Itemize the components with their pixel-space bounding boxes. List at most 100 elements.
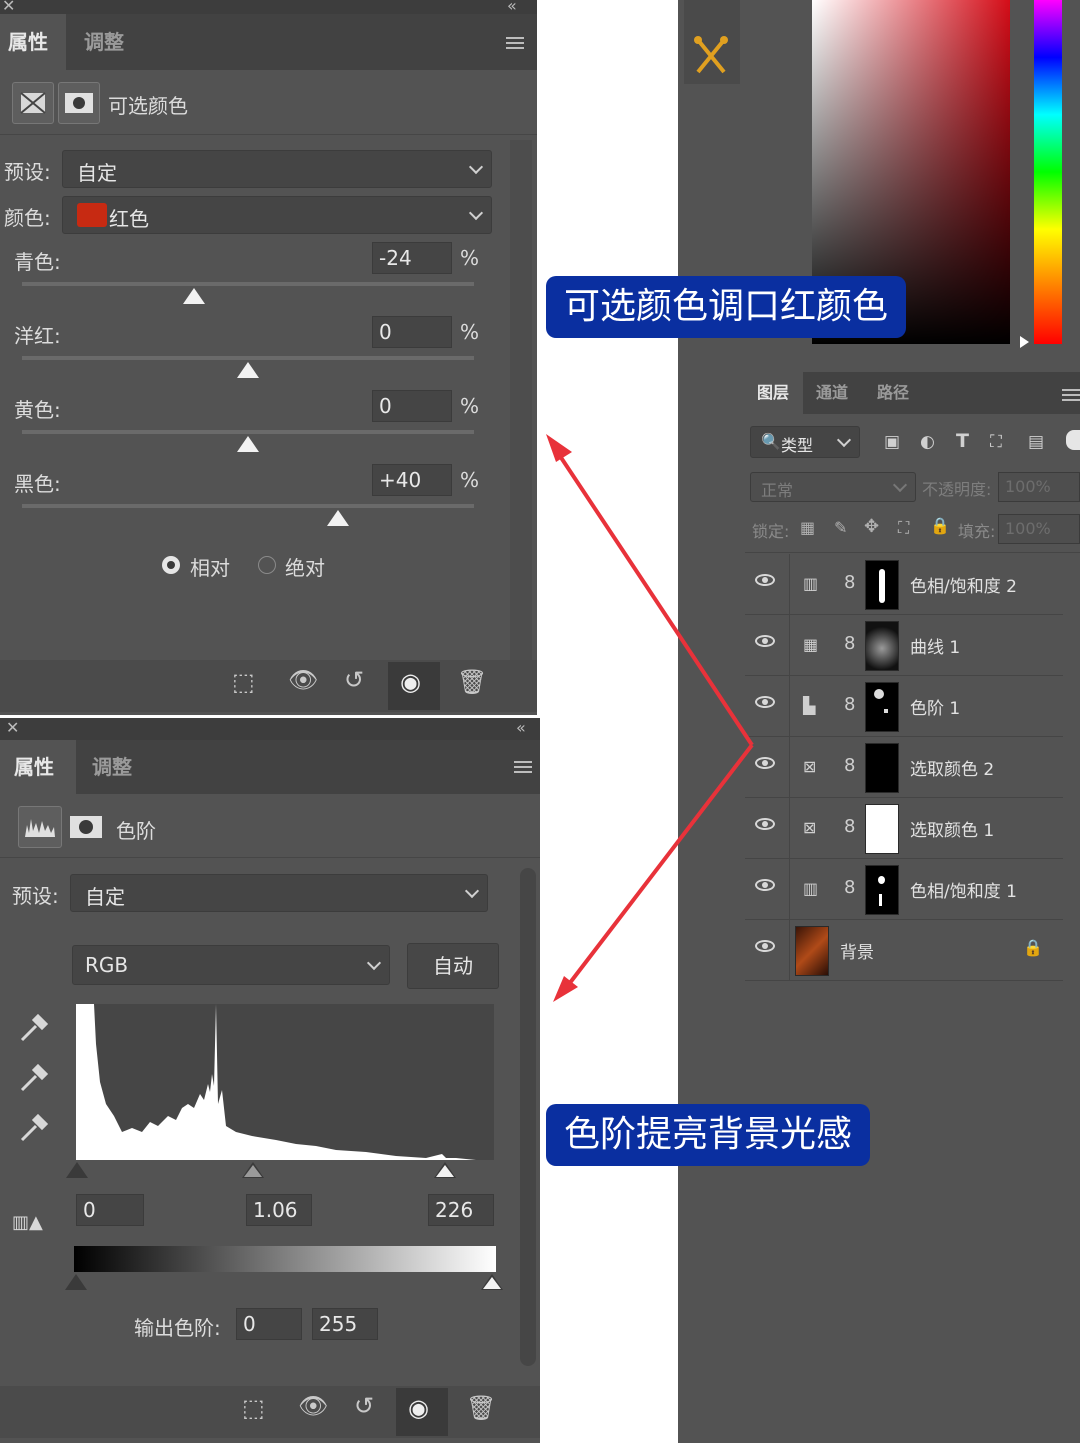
black-input[interactable]: +40 <box>372 464 452 496</box>
tab-adjustments[interactable]: 调整 <box>84 14 124 70</box>
gray-point-eyedropper-icon[interactable] <box>18 1062 50 1094</box>
tab-layers[interactable]: 图层 <box>745 372 803 414</box>
layer-row[interactable]: ▦ 8 曲线 1 <box>745 615 1063 676</box>
close-icon[interactable]: ✕ <box>6 718 19 737</box>
layer-mask-thumbnail[interactable] <box>865 621 899 671</box>
cyan-track[interactable] <box>22 282 474 286</box>
reset-icon[interactable]: ↺ <box>354 1392 374 1420</box>
panel-menu-icon[interactable] <box>514 758 532 776</box>
input-gamma-slider[interactable] <box>242 1162 264 1178</box>
white-point-eyedropper-icon[interactable] <box>18 1112 50 1144</box>
lock-icon[interactable]: 🔒 <box>1023 938 1043 957</box>
layer-row[interactable]: ⊠ 8 选取颜色 1 <box>745 798 1063 859</box>
layer-row[interactable]: ⊠ 8 选取颜色 2 <box>745 737 1063 798</box>
clip-to-layer-icon[interactable]: ⬚ <box>232 668 255 696</box>
magenta-track[interactable] <box>22 356 474 360</box>
layer-row[interactable]: ▥ 8 色相/饱和度 2 <box>745 554 1063 615</box>
yellow-track[interactable] <box>22 430 474 434</box>
layer-mask-thumbnail[interactable] <box>865 743 899 793</box>
photo-thumbnail[interactable] <box>795 926 829 976</box>
layer-row[interactable]: 背景 🔒 <box>745 920 1063 981</box>
radio-relative[interactable] <box>162 556 180 574</box>
tab-properties[interactable]: 属性 <box>0 740 76 794</box>
collapse-icon[interactable]: « <box>516 718 526 737</box>
close-icon[interactable]: ✕ <box>2 0 15 15</box>
filter-toggle[interactable] <box>1066 430 1080 450</box>
collapse-icon[interactable]: « <box>507 0 517 15</box>
eye-icon[interactable] <box>755 818 775 830</box>
filter-pixel-icon[interactable]: ▣ <box>884 432 900 452</box>
link-icon[interactable]: 8 <box>844 877 855 898</box>
input-black-slider[interactable] <box>66 1162 88 1178</box>
cyan-input[interactable]: -24 <box>372 242 452 274</box>
tab-adjustments[interactable]: 调整 <box>92 740 132 794</box>
link-icon[interactable]: 8 <box>844 694 855 715</box>
scrollbar[interactable] <box>520 868 536 1366</box>
link-icon[interactable]: 8 <box>844 816 855 837</box>
input-white-slider[interactable] <box>434 1162 456 1178</box>
tab-properties[interactable]: 属性 <box>0 14 66 70</box>
visibility-eye-icon[interactable]: ◉ <box>400 668 421 696</box>
layer-row[interactable]: ▙ 8 色阶 1 <box>745 676 1063 737</box>
layer-filter-select[interactable]: 🔍 类型 <box>750 426 860 458</box>
cyan-thumb[interactable] <box>182 288 205 304</box>
tab-channels[interactable]: 通道 <box>816 372 848 414</box>
lock-paint-icon[interactable]: ✎ <box>834 518 847 537</box>
lock-all-icon[interactable]: 🔒 <box>930 516 950 535</box>
filter-adjustment-icon[interactable]: ◐ <box>920 432 935 452</box>
layers-menu-icon[interactable] <box>1062 386 1080 404</box>
filter-type-icon[interactable]: T <box>956 430 969 452</box>
lock-position-icon[interactable]: ✥ <box>864 516 879 537</box>
link-icon[interactable]: 8 <box>844 755 855 776</box>
mask-icon[interactable] <box>58 82 100 124</box>
output-black-slider[interactable] <box>65 1274 87 1290</box>
eye-icon[interactable] <box>755 757 775 769</box>
panel-menu-icon[interactable] <box>506 34 524 52</box>
layer-mask-thumbnail[interactable] <box>865 865 899 915</box>
scrollbar[interactable] <box>510 140 532 660</box>
trash-icon[interactable]: 🗑 <box>457 668 487 696</box>
layer-mask-thumbnail[interactable] <box>865 804 899 854</box>
input-white-field[interactable]: 226 <box>428 1194 494 1226</box>
eye-icon[interactable] <box>755 635 775 647</box>
eye-icon[interactable] <box>755 574 775 586</box>
black-thumb[interactable] <box>327 510 350 526</box>
magenta-thumb[interactable] <box>237 362 259 378</box>
color-select[interactable]: 红色 <box>62 196 492 234</box>
yellow-input[interactable]: 0 <box>372 390 452 422</box>
output-black-field[interactable]: 0 <box>236 1308 302 1340</box>
input-gamma-field[interactable]: 1.06 <box>246 1194 312 1226</box>
eye-icon[interactable] <box>755 879 775 891</box>
layer-mask-thumbnail[interactable] <box>865 682 899 732</box>
eye-icon[interactable] <box>755 940 775 952</box>
hue-slider-marker[interactable] <box>1020 336 1029 348</box>
black-track[interactable] <box>22 504 474 508</box>
link-icon[interactable]: 8 <box>844 572 855 593</box>
view-previous-icon[interactable]: 👁 <box>288 666 318 694</box>
clipping-warning-icon[interactable]: ▥▲ <box>12 1212 43 1233</box>
yellow-thumb[interactable] <box>237 436 259 452</box>
opacity-field[interactable]: 100% <box>998 472 1080 502</box>
auto-button[interactable]: 自动 <box>407 943 499 989</box>
lock-artboard-icon[interactable]: ⛶ <box>898 518 909 538</box>
radio-absolute[interactable] <box>258 556 276 574</box>
filter-smart-object-icon[interactable]: ▤ <box>1028 432 1044 452</box>
preset-select[interactable]: 自定 <box>70 874 488 912</box>
lock-transparent-icon[interactable]: ▦ <box>800 518 815 537</box>
layer-mask-thumbnail[interactable] <box>865 560 899 610</box>
fill-field[interactable]: 100% <box>998 514 1080 544</box>
preset-select[interactable]: 自定 <box>62 150 492 188</box>
clip-to-layer-icon[interactable]: ⬚ <box>242 1394 265 1422</box>
link-icon[interactable]: 8 <box>844 633 855 654</box>
visibility-eye-icon[interactable]: ◉ <box>408 1394 429 1422</box>
view-previous-icon[interactable]: 👁 <box>298 1392 328 1420</box>
mask-icon[interactable] <box>68 806 108 846</box>
hue-strip[interactable] <box>1034 0 1062 344</box>
magenta-input[interactable]: 0 <box>372 316 452 348</box>
channel-select[interactable]: RGB <box>72 945 390 985</box>
tab-paths[interactable]: 路径 <box>877 372 909 414</box>
output-white-slider[interactable] <box>481 1274 503 1290</box>
filter-shape-icon[interactable]: ⛶ <box>990 432 1002 452</box>
layer-row[interactable]: ▥ 8 色相/饱和度 1 <box>745 859 1063 920</box>
output-white-field[interactable]: 255 <box>312 1308 378 1340</box>
